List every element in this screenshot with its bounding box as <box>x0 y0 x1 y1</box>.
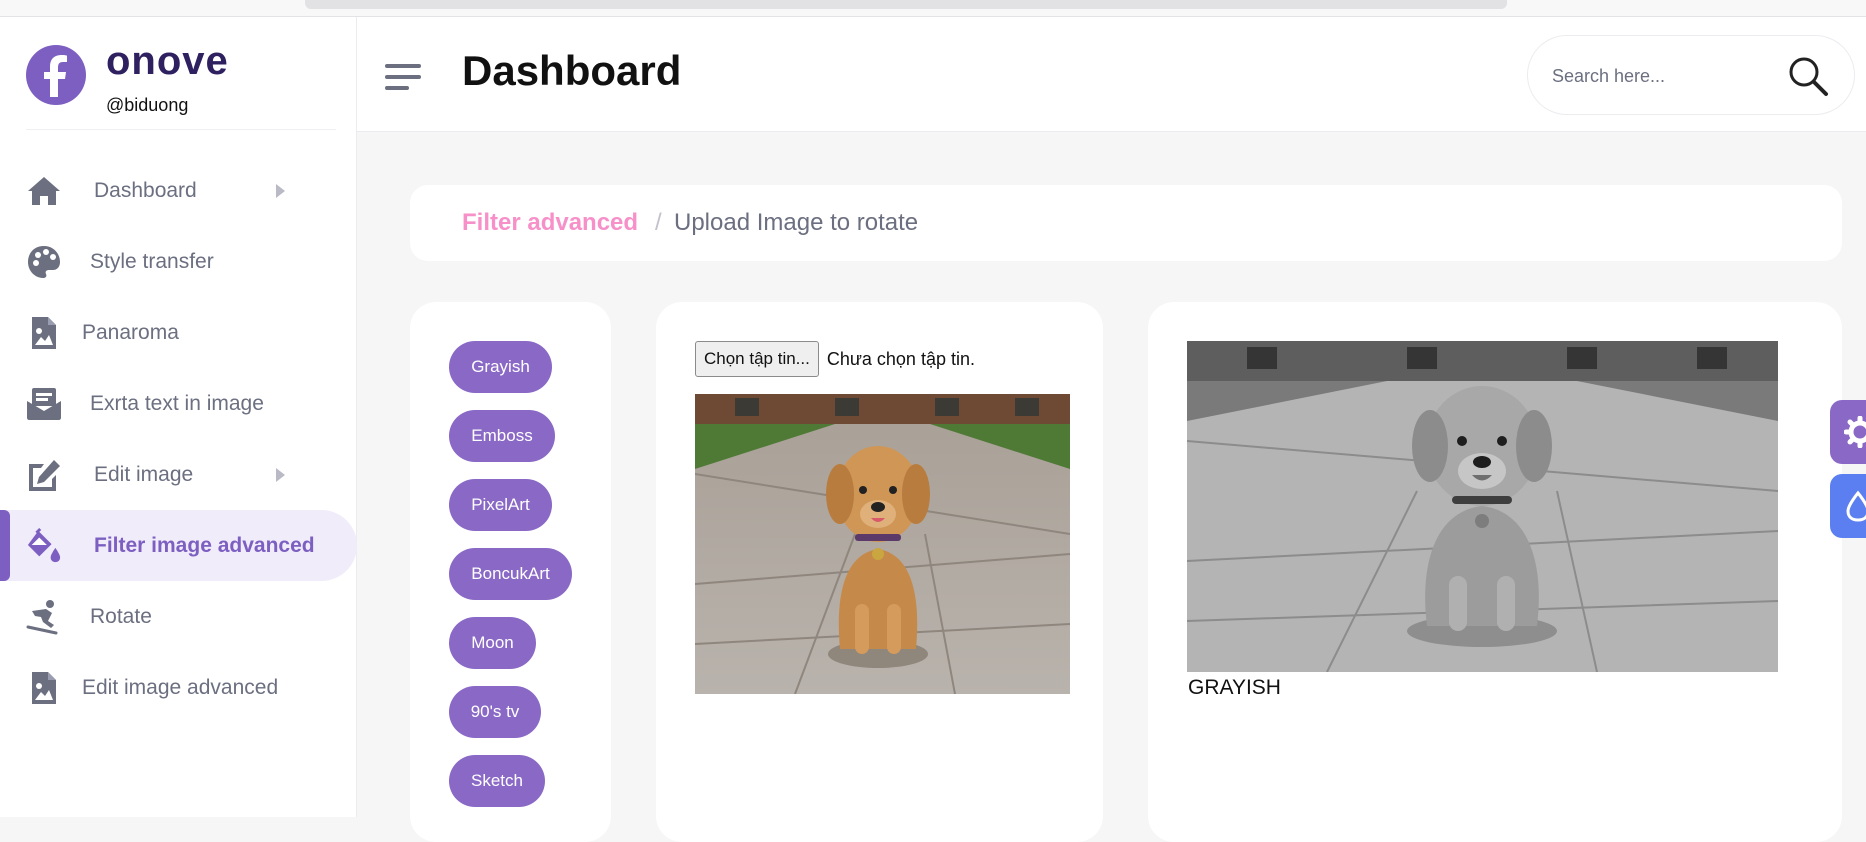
sidebar-item-edit-image-advanced[interactable]: Edit image advanced <box>0 652 357 723</box>
brand-logo[interactable] <box>26 45 86 105</box>
filter-90s-tv-button[interactable]: 90's tv <box>449 686 541 738</box>
top-header: Dashboard <box>357 17 1866 132</box>
brand[interactable]: onove @biduong <box>26 39 346 125</box>
filter-pixelart-button[interactable]: PixelArt <box>449 479 552 531</box>
droplet-icon <box>1846 490 1866 522</box>
sidebar-item-label: Rotate <box>90 604 152 628</box>
settings-tab[interactable] <box>1830 400 1866 464</box>
filter-moon-button[interactable]: Moon <box>449 617 536 669</box>
breadcrumb-current: Upload Image to rotate <box>674 209 919 236</box>
browser-top-strip <box>0 0 1866 17</box>
result-card: GRAYISH <box>1148 302 1842 842</box>
sidebar-item-label: Style transfer <box>90 249 214 273</box>
upload-card: Chọn tập tin... Chưa chọn tập tin. <box>656 302 1103 842</box>
edit-icon <box>26 457 62 493</box>
palette-icon <box>26 244 62 280</box>
gear-icon <box>1844 416 1866 448</box>
sidebar-item-rotate[interactable]: Rotate <box>0 581 357 652</box>
snowboarder-icon <box>26 599 62 635</box>
sidebar-item-label: Filter image advanced <box>94 533 315 557</box>
sidebar-item-filter-image-advanced[interactable]: Filter image advanced <box>0 510 357 581</box>
sidebar: onove @biduong Dashboard Style transfer … <box>0 17 357 817</box>
horizontal-scrollbar[interactable] <box>305 0 1507 9</box>
mail-bulk-icon <box>26 386 62 422</box>
file-status: Chưa chọn tập tin. <box>826 348 975 369</box>
caret-right-icon <box>276 183 285 198</box>
filter-sketch-button[interactable]: Sketch <box>449 755 545 807</box>
sidebar-item-dashboard[interactable]: Dashboard <box>0 155 357 226</box>
search-box <box>1527 35 1855 115</box>
brand-name: onove <box>106 39 229 83</box>
image-file-icon <box>26 670 62 706</box>
search-input[interactable] <box>1552 60 1772 92</box>
sidebar-item-panaroma[interactable]: Panaroma <box>0 297 357 368</box>
brand-divider <box>26 129 336 130</box>
image-file-icon <box>26 315 62 351</box>
menu-toggle-icon[interactable] <box>385 62 421 92</box>
file-input[interactable]: Chọn tập tin... Chưa chọn tập tin. <box>695 341 975 377</box>
search-icon[interactable] <box>1786 54 1830 98</box>
caret-right-icon <box>276 467 285 482</box>
sidebar-item-label: Panaroma <box>82 320 179 344</box>
sidebar-item-label: Edit image advanced <box>82 675 279 699</box>
filter-grayish-button[interactable]: Grayish <box>449 341 552 393</box>
result-filter-label: GRAYISH <box>1188 676 1281 699</box>
filtered-image <box>1187 341 1778 672</box>
sidebar-item-label: Exrta text in image <box>90 391 264 415</box>
sidebar-item-edit-image[interactable]: Edit image <box>0 439 357 510</box>
paint-bucket-icon <box>26 527 62 564</box>
brand-handle: @biduong <box>106 95 189 115</box>
filters-card: Grayish Emboss PixelArt BoncukArt Moon 9… <box>410 302 611 842</box>
sidebar-item-label: Edit image <box>94 462 194 486</box>
sidebar-item-label: Dashboard <box>94 178 197 202</box>
filter-emboss-button[interactable]: Emboss <box>449 410 555 462</box>
theme-tab[interactable] <box>1830 474 1866 538</box>
breadcrumb-separator: / <box>655 209 662 236</box>
choose-file-button[interactable]: Chọn tập tin... <box>695 341 819 377</box>
facebook-f-icon <box>44 55 67 97</box>
original-image <box>695 394 1070 694</box>
breadcrumb-link[interactable]: Filter advanced <box>462 209 638 237</box>
home-icon <box>26 173 62 209</box>
page-title: Dashboard <box>462 47 682 94</box>
sidebar-item-style-transfer[interactable]: Style transfer <box>0 226 357 297</box>
sidebar-nav: Dashboard Style transfer Panaroma Exrta … <box>0 155 357 723</box>
sidebar-item-extra-text[interactable]: Exrta text in image <box>0 368 357 439</box>
breadcrumb: Filter advanced / Upload Image to rotate <box>410 185 1842 261</box>
filter-boncukart-button[interactable]: BoncukArt <box>449 548 572 600</box>
